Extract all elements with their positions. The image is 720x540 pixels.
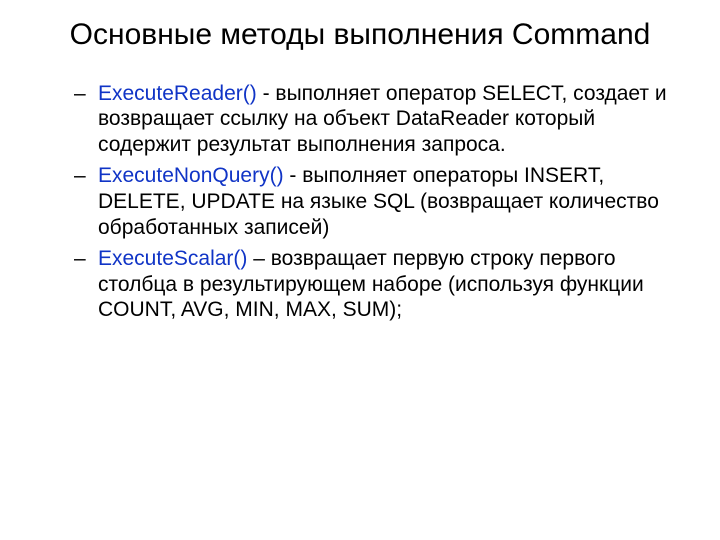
- method-list: ExecuteReader() - выполняет оператор SEL…: [40, 81, 680, 323]
- slide: Основные методы выполнения Command Execu…: [0, 0, 720, 540]
- method-name: ExecuteScalar(): [98, 247, 247, 270]
- list-item: ExecuteNonQuery() - выполняет операторы …: [74, 163, 670, 240]
- slide-title: Основные методы выполнения Command: [40, 18, 680, 53]
- list-item: ExecuteScalar() – возвращает первую стро…: [74, 246, 670, 323]
- list-item: ExecuteReader() - выполняет оператор SEL…: [74, 81, 670, 158]
- method-name: ExecuteReader(): [98, 82, 257, 105]
- method-name: ExecuteNonQuery(): [98, 164, 284, 187]
